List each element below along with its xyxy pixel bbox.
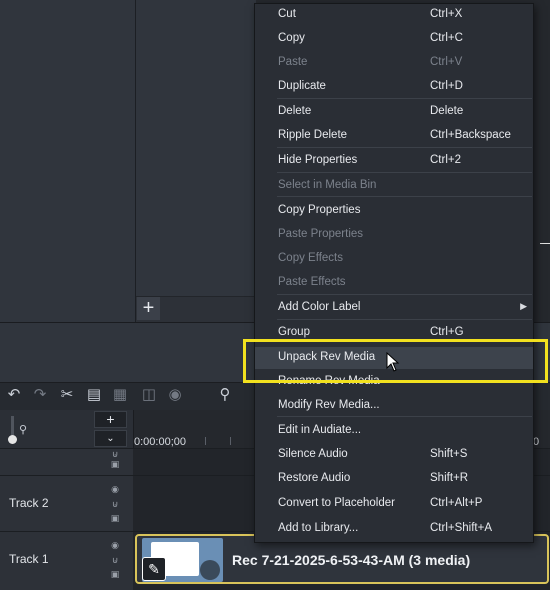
menu-item-shortcut: Ctrl+V xyxy=(430,56,463,68)
menu-item-select-in-media-bin[interactable]: Select in Media Bin xyxy=(255,175,533,197)
menu-item-delete[interactable]: Delete Delete xyxy=(255,101,533,123)
menu-item-label: Delete xyxy=(278,105,312,117)
menu-item-shortcut: Shift+S xyxy=(430,448,468,460)
plus-icon: + xyxy=(142,297,155,319)
lock-icon[interactable]: ▣ xyxy=(109,460,121,469)
menu-item-shortcut: Ctrl+G xyxy=(430,326,464,338)
left-panel xyxy=(0,0,136,322)
menu-item-label: Add to Library... xyxy=(278,522,359,534)
menu-item-label: Restore Audio xyxy=(278,472,351,484)
zoom-slider-knob[interactable] xyxy=(8,435,17,444)
menu-item-label: Convert to Placeholder xyxy=(278,497,395,509)
cut-icon[interactable]: ✂ xyxy=(58,385,76,405)
magnet-icon[interactable]: ⊍ xyxy=(109,556,121,565)
magnet-icon[interactable]: ⊍ xyxy=(109,500,121,509)
menu-item-shortcut: Ctrl+C xyxy=(430,32,463,44)
menu-separator xyxy=(277,294,532,295)
camera-icon[interactable]: ◉ xyxy=(166,385,184,405)
menu-item-label: Group xyxy=(278,326,310,338)
menu-item-label: Edit in Audiate... xyxy=(278,424,362,436)
menu-separator xyxy=(277,319,532,320)
plus-icon: + xyxy=(106,411,115,427)
menu-item-shortcut: Ctrl+D xyxy=(430,80,463,92)
menu-item-add-color-label[interactable]: Add Color Label ▶ xyxy=(255,297,533,319)
menu-item-silence-audio[interactable]: Silence Audio Shift+S xyxy=(255,444,533,466)
magnet-icon[interactable]: ⊍ xyxy=(109,450,121,459)
eye-icon[interactable]: ◉ xyxy=(109,541,121,550)
pencil-icon: ✎ xyxy=(148,561,160,577)
timecode-start: 0:00:00;00 xyxy=(134,436,186,448)
menu-item-label: Copy xyxy=(278,32,305,44)
eye-icon[interactable]: ◉ xyxy=(109,485,121,494)
camtasia-window: + ↶ ↷ ✂ ▤ ▦ ◫ ◉ ⚲ ⚲ + ⌄ 0:00:00;00 0 ⊍ ▣… xyxy=(0,0,550,590)
add-track-button[interactable]: + xyxy=(94,411,127,428)
add-media-button[interactable]: + xyxy=(137,297,160,320)
menu-item-label: Cut xyxy=(278,8,296,20)
menu-item-label: Ripple Delete xyxy=(278,129,348,141)
redo-icon[interactable]: ↷ xyxy=(31,385,49,405)
menu-item-label: Copy Effects xyxy=(278,252,343,264)
menu-item-label: Paste Properties xyxy=(278,228,364,240)
menu-item-add-to-library[interactable]: Add to Library... Ctrl+Shift+A xyxy=(255,518,533,540)
paste-icon[interactable]: ▦ xyxy=(111,385,129,405)
menu-item-shortcut: Shift+R xyxy=(430,472,469,484)
menu-item-label: Modify Rev Media... xyxy=(278,399,380,411)
menu-item-restore-audio[interactable]: Restore Audio Shift+R xyxy=(255,468,533,490)
menu-item-convert-to-placeholder[interactable]: Convert to Placeholder Ctrl+Alt+P xyxy=(255,493,533,515)
menu-separator xyxy=(277,147,532,148)
lock-icon[interactable]: ▣ xyxy=(109,570,121,579)
menu-item-paste[interactable]: Paste Ctrl+V xyxy=(255,52,533,74)
lock-icon[interactable]: ▣ xyxy=(109,514,121,523)
menu-item-label: Duplicate xyxy=(278,80,326,92)
submenu-arrow-icon: ▶ xyxy=(520,301,527,311)
menu-item-paste-properties[interactable]: Paste Properties xyxy=(255,224,533,246)
copy-icon[interactable]: ▤ xyxy=(85,385,103,405)
menu-item-shortcut: Ctrl+Backspace xyxy=(430,129,511,141)
menu-item-label: Hide Properties xyxy=(278,154,358,166)
menu-item-modify-rev-media[interactable]: Modify Rev Media... xyxy=(255,395,533,417)
menu-separator xyxy=(277,172,532,173)
zoom-icon: ⚲ xyxy=(19,424,28,436)
menu-item-copy-properties[interactable]: Copy Properties xyxy=(255,200,533,222)
split-icon[interactable]: ◫ xyxy=(140,385,158,405)
menu-item-copy-effects[interactable]: Copy Effects xyxy=(255,248,533,270)
canvas-edge xyxy=(540,243,550,244)
menu-item-label: Paste xyxy=(278,56,308,68)
undo-icon[interactable]: ↶ xyxy=(5,385,23,405)
menu-item-shortcut: Ctrl+Shift+A xyxy=(430,522,492,534)
media-bin-panel xyxy=(136,0,256,322)
menu-item-shortcut: Delete xyxy=(430,105,464,117)
track-label: Track 1 xyxy=(9,552,49,566)
ruler-tick xyxy=(205,437,206,445)
collapse-tracks-button[interactable]: ⌄ xyxy=(94,430,127,447)
menu-item-paste-effects[interactable]: Paste Effects xyxy=(255,272,533,294)
menu-item-shortcut: Ctrl+Alt+P xyxy=(430,497,483,509)
menu-item-shortcut: Ctrl+2 xyxy=(430,154,461,166)
menu-item-duplicate[interactable]: Duplicate Ctrl+D xyxy=(255,76,533,98)
menu-item-ripple-delete[interactable]: Ripple Delete Ctrl+Backspace xyxy=(255,125,533,147)
track-label: Track 2 xyxy=(9,496,49,510)
menu-item-cut[interactable]: Cut Ctrl+X xyxy=(255,4,533,26)
menu-item-shortcut: Ctrl+X xyxy=(430,8,463,20)
clip-title: Rec 7-21-2025-6-53-43-AM (3 media) xyxy=(232,552,471,568)
menu-item-copy[interactable]: Copy Ctrl+C xyxy=(255,28,533,50)
menu-item-label: Select in Media Bin xyxy=(278,179,377,191)
menu-item-hide-properties[interactable]: Hide Properties Ctrl+2 xyxy=(255,150,533,172)
menu-item-label: Add Color Label xyxy=(278,301,361,313)
menu-item-edit-in-audiate[interactable]: Edit in Audiate... xyxy=(255,420,533,442)
chevron-down-icon: ⌄ xyxy=(106,433,115,444)
menu-item-label: Paste Effects xyxy=(278,276,346,288)
ruler-tick xyxy=(230,437,231,445)
menu-item-label: Silence Audio xyxy=(278,448,348,460)
menu-separator xyxy=(277,98,532,99)
edit-clip-button[interactable]: ✎ xyxy=(142,557,166,581)
menu-item-label: Copy Properties xyxy=(278,204,361,216)
zoom-search-icon[interactable]: ⚲ xyxy=(216,385,234,405)
mouse-cursor-icon xyxy=(386,352,400,372)
